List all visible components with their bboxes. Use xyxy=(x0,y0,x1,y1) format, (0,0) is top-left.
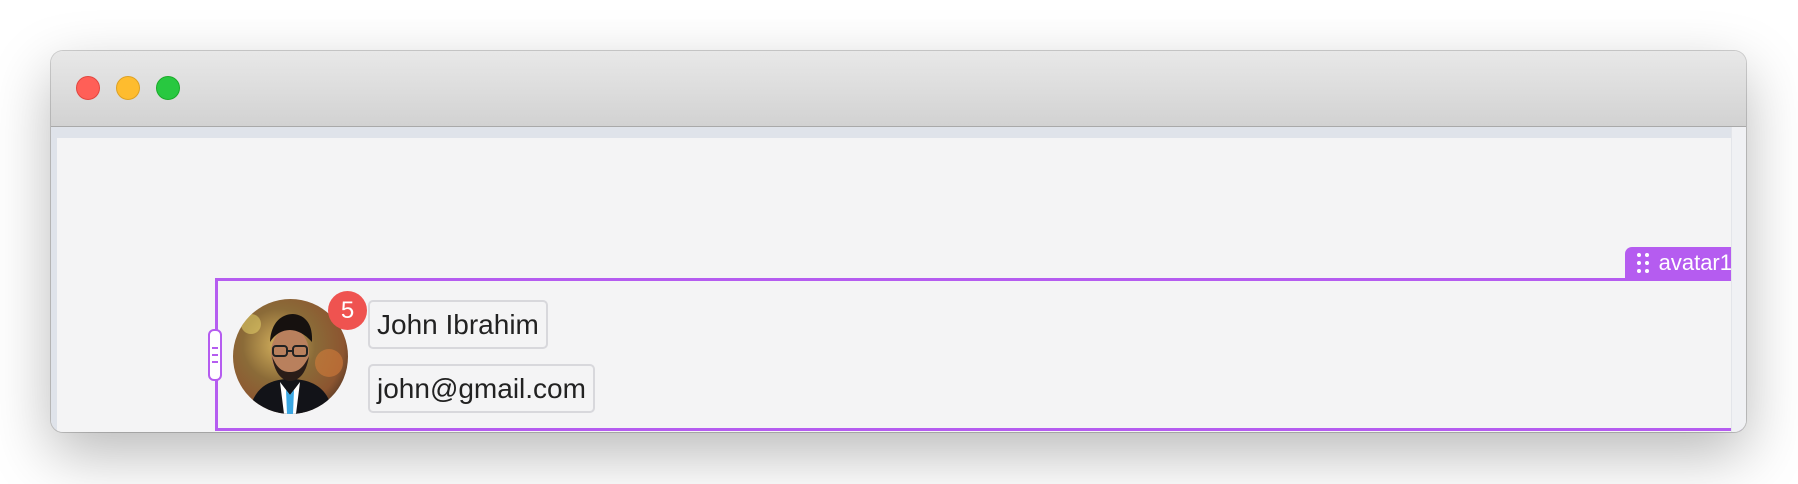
window-minimize-button[interactable] xyxy=(116,76,140,100)
app-window: avatar1 5 John Ibrahim john@gmail.com xyxy=(51,51,1746,432)
notification-badge: 5 xyxy=(328,291,367,330)
avatar-name-text[interactable]: John Ibrahim xyxy=(368,300,548,349)
builder-canvas[interactable]: avatar1 5 John Ibrahim john@gmail.com xyxy=(57,138,1746,432)
window-close-button[interactable] xyxy=(76,76,100,100)
avatar-email-text[interactable]: john@gmail.com xyxy=(368,364,595,413)
resize-handle-left[interactable] xyxy=(208,329,222,381)
component-tag-label: avatar1 xyxy=(1658,249,1732,275)
component-tag[interactable]: avatar1 xyxy=(1624,247,1742,278)
avatar-wrap: 5 xyxy=(233,291,367,414)
drag-handle-icon[interactable] xyxy=(1636,252,1649,273)
title-bar xyxy=(51,51,1746,127)
window-zoom-button[interactable] xyxy=(156,76,180,100)
avatar-component-selection[interactable]: avatar1 5 John Ibrahim john@gmail.com xyxy=(208,247,1746,431)
content-frame: avatar1 5 John Ibrahim john@gmail.com xyxy=(51,127,1746,432)
vertical-scrollbar[interactable] xyxy=(1731,127,1746,432)
